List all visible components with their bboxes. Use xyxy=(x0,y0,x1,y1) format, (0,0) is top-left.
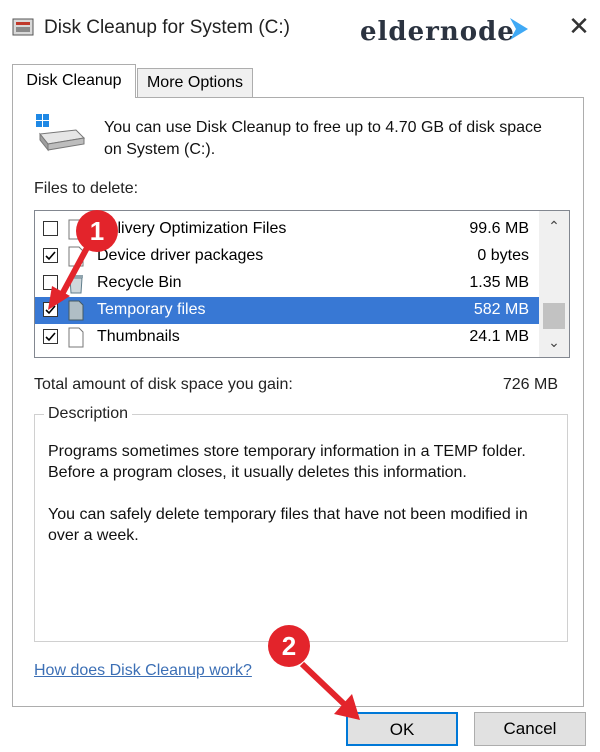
list-item[interactable]: Thumbnails 24.1 MB xyxy=(35,324,539,351)
disk-cleanup-app-icon xyxy=(12,18,34,36)
window-title: Disk Cleanup for System (C:) xyxy=(44,17,291,38)
file-name: Device driver packages xyxy=(97,247,264,264)
file-size: 99.6 MB xyxy=(469,220,529,237)
list-item[interactable]: Device driver packages 0 bytes xyxy=(35,243,539,270)
close-button[interactable]: ✕ xyxy=(562,10,596,44)
tab-more-options[interactable]: More Options xyxy=(137,68,253,98)
file-size: 582 MB xyxy=(473,301,529,318)
file-icon xyxy=(68,327,84,348)
file-name: Recycle Bin xyxy=(97,274,182,291)
annotation-arrow-2 xyxy=(299,661,360,720)
description-legend: Description xyxy=(44,405,133,423)
total-label: Total amount of disk space you gain: xyxy=(34,376,293,393)
list-scrollbar[interactable]: ⌃ ⌄ xyxy=(539,211,569,357)
annotation-arrow-1 xyxy=(48,244,91,310)
description-paragraph-1: Programs sometimes store temporary infor… xyxy=(48,443,526,481)
scroll-thumb[interactable] xyxy=(543,303,565,329)
intro-text: You can use Disk Cleanup to free up to 4… xyxy=(104,119,542,158)
help-link[interactable]: How does Disk Cleanup work? xyxy=(34,662,252,680)
checkbox[interactable] xyxy=(43,329,58,344)
scroll-down-icon[interactable]: ⌄ xyxy=(539,327,569,357)
file-name: Temporary files xyxy=(97,301,206,318)
file-size: 0 bytes xyxy=(477,247,529,264)
checkbox[interactable] xyxy=(43,221,58,236)
file-size: 24.1 MB xyxy=(469,328,529,345)
drive-icon xyxy=(36,114,86,152)
list-item[interactable]: Recycle Bin 1.35 MB xyxy=(35,270,539,297)
cancel-button[interactable]: Cancel xyxy=(474,712,586,746)
scroll-up-icon[interactable]: ⌃ xyxy=(539,211,569,241)
file-name: Delivery Optimization Files xyxy=(97,220,287,237)
description-paragraph-2: You can safely delete temporary files th… xyxy=(48,506,528,544)
tab-disk-cleanup[interactable]: Disk Cleanup xyxy=(12,64,136,98)
files-to-delete-label: Files to delete: xyxy=(34,180,139,197)
file-size: 1.35 MB xyxy=(469,274,529,291)
list-item-selected[interactable]: Temporary files 582 MB xyxy=(35,297,539,324)
watermark-arrow-icon xyxy=(510,18,528,40)
eldernode-watermark: eldernode xyxy=(360,17,515,47)
file-name: Thumbnails xyxy=(97,328,180,345)
total-value: 726 MB xyxy=(502,376,558,393)
